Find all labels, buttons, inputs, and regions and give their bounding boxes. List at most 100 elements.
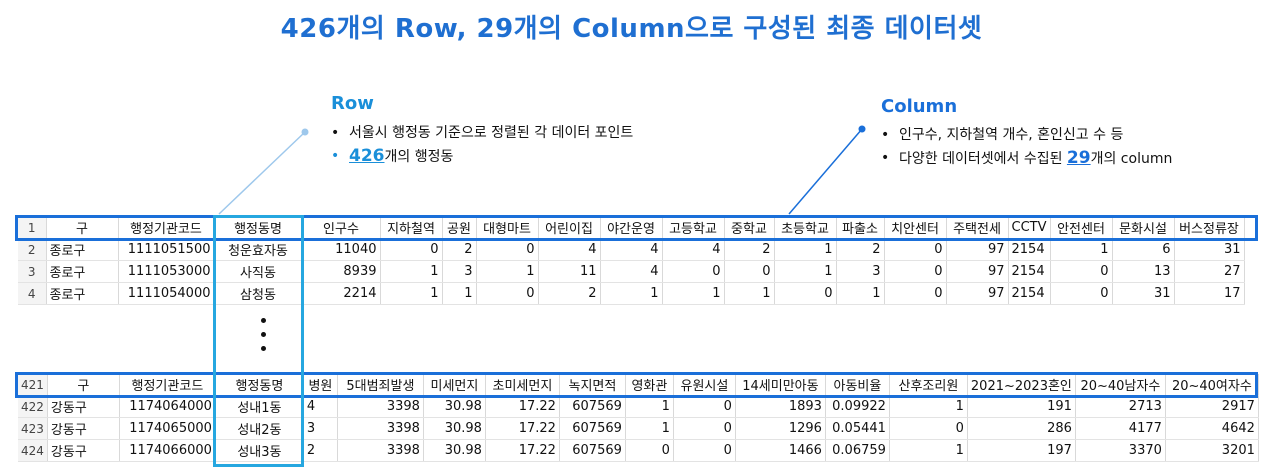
- table-cell[interactable]: 3201: [1165, 439, 1259, 462]
- table-cell[interactable]: 1: [380, 260, 443, 283]
- table-cell[interactable]: 종로구: [46, 260, 119, 283]
- table-cell[interactable]: 3398: [337, 439, 424, 462]
- table-cell[interactable]: 27: [1174, 260, 1245, 283]
- table-cell[interactable]: 1: [625, 417, 674, 440]
- table-cell[interactable]: 3: [442, 260, 477, 283]
- table-cell[interactable]: 1174064000: [119, 395, 216, 418]
- table-cell[interactable]: 0: [476, 238, 539, 261]
- table-cell[interactable]: 2: [724, 238, 775, 261]
- table-cell[interactable]: 97: [946, 282, 1009, 305]
- table-cell[interactable]: 4: [538, 238, 601, 261]
- table-cell[interactable]: 강동구: [47, 417, 120, 440]
- table-cell[interactable]: 3: [836, 260, 885, 283]
- table-cell[interactable]: 0.05441: [825, 417, 890, 440]
- table-cell[interactable]: 2: [836, 238, 885, 261]
- table-cell[interactable]: 0: [662, 260, 725, 283]
- table-cell[interactable]: 4642: [1165, 417, 1259, 440]
- table-cell[interactable]: 1: [625, 395, 674, 418]
- table-cell[interactable]: 30.98: [423, 439, 486, 462]
- table-cell[interactable]: 0.06759: [825, 439, 890, 462]
- table-cell[interactable]: 0: [889, 417, 968, 440]
- table-cell[interactable]: 1: [774, 260, 837, 283]
- table-cell[interactable]: 17.22: [485, 417, 560, 440]
- table-cell[interactable]: 1: [836, 282, 885, 305]
- table-cell[interactable]: 2214: [302, 282, 381, 305]
- table-cell[interactable]: 1: [1050, 238, 1113, 261]
- table-cell[interactable]: 0: [1050, 282, 1113, 305]
- table-cell[interactable]: 강동구: [47, 439, 120, 462]
- table-cell[interactable]: 2713: [1075, 395, 1166, 418]
- table-cell[interactable]: 0: [625, 439, 674, 462]
- table-cell[interactable]: 2154: [1008, 260, 1051, 283]
- table-cell[interactable]: 1: [600, 282, 663, 305]
- table-cell[interactable]: 197: [967, 439, 1076, 462]
- table-cell[interactable]: 4177: [1075, 417, 1166, 440]
- table-cell[interactable]: 2: [442, 238, 477, 261]
- table-cell[interactable]: 3398: [337, 417, 424, 440]
- table-cell[interactable]: 607569: [559, 439, 626, 462]
- table-cell[interactable]: 0: [476, 282, 539, 305]
- table-cell[interactable]: 1: [724, 282, 775, 305]
- table-cell[interactable]: 4: [303, 395, 338, 418]
- table-cell[interactable]: 1174066000: [119, 439, 216, 462]
- table-cell[interactable]: 1111053000: [118, 260, 215, 283]
- table-cell[interactable]: 0: [774, 282, 837, 305]
- table-cell[interactable]: 8939: [302, 260, 381, 283]
- table-cell[interactable]: 2: [303, 439, 338, 462]
- table-cell[interactable]: 2154: [1008, 282, 1051, 305]
- table-cell[interactable]: 0.09922: [825, 395, 890, 418]
- table-cell[interactable]: 4: [662, 238, 725, 261]
- table-cell[interactable]: 1: [774, 238, 837, 261]
- table-cell[interactable]: 1: [889, 395, 968, 418]
- table-cell[interactable]: 286: [967, 417, 1076, 440]
- table-cell[interactable]: 11: [538, 260, 601, 283]
- table-cell[interactable]: 1: [889, 439, 968, 462]
- row-number[interactable]: 422: [18, 395, 48, 418]
- table-cell[interactable]: 종로구: [46, 238, 119, 261]
- table-cell[interactable]: 31: [1112, 282, 1175, 305]
- table-cell[interactable]: 4: [600, 238, 663, 261]
- table-cell[interactable]: 607569: [559, 395, 626, 418]
- table-cell[interactable]: 4: [600, 260, 663, 283]
- table-cell[interactable]: 0: [884, 260, 947, 283]
- table-cell[interactable]: 191: [967, 395, 1076, 418]
- table-cell[interactable]: 1466: [735, 439, 826, 462]
- table-cell[interactable]: 강동구: [47, 395, 120, 418]
- table-cell[interactable]: 17.22: [485, 439, 560, 462]
- table-cell[interactable]: 2: [538, 282, 601, 305]
- table-cell[interactable]: 1111051500: [118, 238, 215, 261]
- table-cell[interactable]: 0: [1050, 260, 1113, 283]
- table-cell[interactable]: 17.22: [485, 395, 560, 418]
- table-cell[interactable]: 1296: [735, 417, 826, 440]
- table-cell[interactable]: 1111054000: [118, 282, 215, 305]
- table-cell[interactable]: 0: [673, 439, 736, 462]
- table-cell[interactable]: 종로구: [46, 282, 119, 305]
- row-number[interactable]: 4: [18, 282, 47, 305]
- table-cell[interactable]: 1: [476, 260, 539, 283]
- table-cell[interactable]: 0: [724, 260, 775, 283]
- table-cell[interactable]: 11040: [302, 238, 381, 261]
- row-number[interactable]: 423: [18, 417, 48, 440]
- table-cell[interactable]: 6: [1112, 238, 1175, 261]
- table-cell[interactable]: 0: [673, 395, 736, 418]
- table-cell[interactable]: 13: [1112, 260, 1175, 283]
- table-cell[interactable]: 30.98: [423, 395, 486, 418]
- table-cell[interactable]: 1174065000: [119, 417, 216, 440]
- table-cell[interactable]: 3: [303, 417, 338, 440]
- table-cell[interactable]: 1: [380, 282, 443, 305]
- table-cell[interactable]: 30.98: [423, 417, 486, 440]
- row-number[interactable]: 424: [18, 439, 48, 462]
- table-cell[interactable]: 0: [884, 238, 947, 261]
- table-cell[interactable]: 1: [662, 282, 725, 305]
- table-cell[interactable]: 2154: [1008, 238, 1051, 261]
- table-cell[interactable]: 607569: [559, 417, 626, 440]
- table-cell[interactable]: 1893: [735, 395, 826, 418]
- table-cell[interactable]: 3398: [337, 395, 424, 418]
- table-cell[interactable]: 0: [673, 417, 736, 440]
- table-cell[interactable]: 17: [1174, 282, 1245, 305]
- table-cell[interactable]: 1: [442, 282, 477, 305]
- table-cell[interactable]: 97: [946, 260, 1009, 283]
- table-cell[interactable]: 2917: [1165, 395, 1259, 418]
- table-cell[interactable]: 31: [1174, 238, 1245, 261]
- row-number[interactable]: 3: [18, 260, 47, 283]
